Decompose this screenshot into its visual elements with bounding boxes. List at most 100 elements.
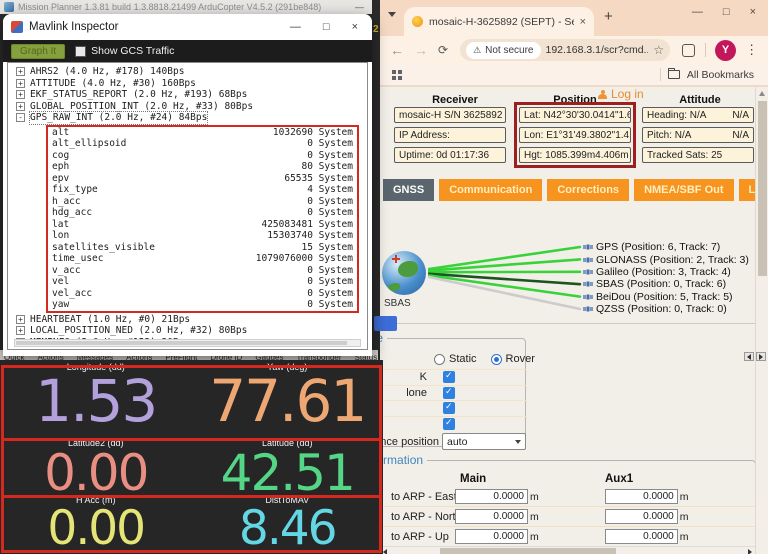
checkbox-checked-icon[interactable] bbox=[443, 387, 455, 399]
quick-cell[interactable]: Yaw (deg) 77.61 bbox=[192, 362, 384, 438]
gps-field-row[interactable]: time_usec 1079076000 System bbox=[52, 253, 353, 265]
aux1-offset-input[interactable]: 0.0000 bbox=[605, 529, 678, 544]
expand-icon[interactable]: + bbox=[16, 67, 25, 76]
satellite-row[interactable]: GLONASS (Position: 2, Track: 3) bbox=[583, 253, 749, 265]
expand-icon[interactable]: + bbox=[16, 315, 25, 324]
quick-cell[interactable]: Latitude2 (dd) 0.00 bbox=[0, 438, 192, 495]
antenna-row-label: to ARP - East bbox=[380, 491, 455, 503]
menu-icon[interactable]: ⋮ bbox=[745, 42, 758, 58]
page-tab[interactable]: GNSS bbox=[383, 179, 434, 201]
gps-field-row[interactable]: lon 15303740 System bbox=[52, 230, 353, 242]
expand-icon[interactable]: + bbox=[16, 326, 25, 335]
gps-field-row[interactable]: h_acc 0 System bbox=[52, 196, 353, 208]
reference-position-select[interactable]: auto bbox=[442, 433, 526, 450]
expand-icon[interactable]: - bbox=[16, 113, 25, 122]
reload-icon[interactable]: ⟳ bbox=[438, 43, 448, 57]
gps-field-row[interactable]: alt 1032690 System bbox=[52, 127, 353, 139]
aux1-offset-input[interactable]: 0.0000 bbox=[605, 509, 678, 524]
graph-it-button[interactable]: Graph It bbox=[11, 44, 65, 59]
checkbox-checked-icon[interactable] bbox=[443, 371, 455, 383]
tree-message-row[interactable]: + HEARTBEAT (1.0 Hz, #0) 21Bps bbox=[16, 314, 367, 326]
satellite-row[interactable]: BeiDou (Position: 5, Track: 5) bbox=[583, 291, 749, 303]
tree-scroll-thumb[interactable] bbox=[16, 341, 347, 345]
not-secure-chip[interactable]: ⚠ Not secure bbox=[466, 42, 540, 59]
expand-icon[interactable]: + bbox=[16, 79, 25, 88]
horizontal-scrollbar[interactable] bbox=[380, 546, 755, 554]
gps-field-row[interactable]: epv 65535 System bbox=[52, 173, 353, 185]
address-bar[interactable]: ⚠ Not secure 192.168.3.1/scr?cmd... ☆ bbox=[460, 39, 670, 61]
gcs-traffic-checkbox[interactable]: Show GCS Traffic bbox=[75, 45, 174, 57]
main-offset-input[interactable]: 0.0000 bbox=[455, 509, 528, 524]
minimize-icon[interactable]: — bbox=[692, 6, 703, 18]
gps-field-row[interactable]: cog 0 System bbox=[52, 150, 353, 162]
tab-scroll-right-button[interactable] bbox=[756, 352, 766, 361]
minimize-icon[interactable]: — bbox=[355, 2, 364, 12]
back-icon[interactable]: ← bbox=[390, 42, 404, 58]
tree-horizontal-scrollbar[interactable] bbox=[14, 339, 361, 347]
tree-message-row[interactable]: + ATTITUDE (4.0 Hz, #30) 160Bps bbox=[16, 78, 367, 90]
forward-icon[interactable]: → bbox=[414, 42, 428, 58]
apps-grid-icon[interactable] bbox=[392, 70, 396, 74]
main-offset-input[interactable]: 0.0000 bbox=[455, 489, 528, 504]
tab-search-chevron-icon[interactable] bbox=[388, 12, 396, 17]
satellite-row[interactable]: QZSS (Position: 0, Track: 0) bbox=[583, 303, 749, 315]
page-tab[interactable]: Corrections bbox=[547, 179, 629, 201]
mode-radio[interactable]: Static bbox=[434, 353, 477, 365]
quick-cell[interactable]: H Acc (m) 0.00 bbox=[0, 495, 192, 554]
quick-cell[interactable]: Longitude (dd) 1.53 bbox=[0, 362, 192, 438]
browser-tab[interactable]: mosaic-H-3625892 (SEPT) - Se × bbox=[404, 7, 594, 36]
tree-message-row[interactable]: + EKF_STATUS_REPORT (2.0 Hz, #193) 68Bps bbox=[16, 89, 367, 101]
gps-field-row[interactable]: fix_type 4 System bbox=[52, 184, 353, 196]
maximize-icon[interactable]: □ bbox=[323, 21, 330, 33]
tree-message-row[interactable]: + GLOBAL_POSITION_INT (2.0 Hz, #33) 80Bp… bbox=[16, 101, 367, 113]
satellite-row[interactable]: GPS (Position: 6, Track: 7) bbox=[583, 241, 749, 253]
page-tab[interactable]: Communication bbox=[439, 179, 542, 201]
inspector-titlebar[interactable]: Mavlink Inspector — □ × bbox=[3, 14, 372, 40]
close-icon[interactable]: × bbox=[750, 6, 756, 18]
extensions-icon[interactable] bbox=[682, 44, 695, 57]
minimize-icon[interactable]: — bbox=[290, 21, 301, 33]
profile-avatar[interactable]: Y bbox=[715, 40, 736, 61]
quick-cell[interactable]: DistToMAV 8.46 bbox=[192, 495, 384, 554]
gps-field-row[interactable]: yaw 0 System bbox=[52, 299, 353, 311]
all-bookmarks-button[interactable]: All Bookmarks bbox=[660, 68, 768, 81]
gps-field-row[interactable]: eph 80 System bbox=[52, 161, 353, 173]
scroll-right-icon[interactable] bbox=[748, 549, 752, 554]
scroll-left-icon[interactable] bbox=[383, 549, 387, 554]
gps-field-row[interactable]: v_acc 0 System bbox=[52, 265, 353, 277]
vertical-scroll-thumb[interactable] bbox=[758, 101, 767, 276]
aux1-offset-input[interactable]: 0.0000 bbox=[605, 489, 678, 504]
checkbox-checked-icon[interactable] bbox=[443, 418, 455, 430]
scroll-up-icon[interactable] bbox=[759, 91, 765, 96]
info-cell-left: Lat: N42°30'30.0414" bbox=[524, 110, 619, 121]
expand-icon[interactable]: + bbox=[16, 90, 25, 99]
vertical-scrollbar[interactable] bbox=[755, 87, 768, 554]
gps-field-row[interactable]: vel_acc 0 System bbox=[52, 288, 353, 300]
tree-message-row[interactable]: + LOCAL_POSITION_NED (2.0 Hz, #32) 80Bps bbox=[16, 325, 367, 337]
mode-radio[interactable]: Rover bbox=[491, 353, 535, 365]
tree-message-row[interactable]: + AHRS2 (4.0 Hz, #178) 140Bps bbox=[16, 66, 367, 78]
checkbox-checked-icon[interactable] bbox=[443, 402, 455, 414]
antenna-row: to ARP - East 0.0000 m 0.0000 m bbox=[380, 487, 755, 507]
maximize-icon[interactable]: □ bbox=[723, 6, 730, 18]
tab-scroll-left-button[interactable] bbox=[744, 352, 754, 361]
quick-cell[interactable]: Latitude (dd) 42.51 bbox=[192, 438, 384, 495]
gps-field-row[interactable]: vel 0 System bbox=[52, 276, 353, 288]
bookmark-star-icon[interactable]: ☆ bbox=[653, 43, 664, 57]
new-tab-icon[interactable]: + bbox=[604, 8, 613, 25]
tree-message-row[interactable]: - GPS_RAW_INT (2.0 Hz, #24) 84Bps bbox=[16, 112, 367, 124]
expand-icon[interactable]: + bbox=[16, 102, 25, 111]
satellite-row[interactable]: Galileo (Position: 3, Track: 4) bbox=[583, 266, 749, 278]
satellite-row[interactable]: SBAS (Position: 0, Track: 6) bbox=[583, 278, 749, 290]
horizontal-scroll-thumb[interactable] bbox=[440, 548, 616, 554]
mavlink-message-tree[interactable]: + AHRS2 (4.0 Hz, #178) 140Bps + ATTITUDE… bbox=[7, 62, 368, 350]
gps-field-row[interactable]: lat 425083481 System bbox=[52, 219, 353, 231]
main-offset-input[interactable]: 0.0000 bbox=[455, 529, 528, 544]
page-tab[interactable]: NMEA/SBF Out bbox=[634, 179, 733, 201]
info-cell-right: N/A bbox=[732, 110, 749, 121]
gps-field-row[interactable]: hdg_acc 0 System bbox=[52, 207, 353, 219]
tab-close-icon[interactable]: × bbox=[580, 16, 586, 28]
gps-field-row[interactable]: alt_ellipsoid 0 System bbox=[52, 138, 353, 150]
gps-field-row[interactable]: satellites_visible 15 System bbox=[52, 242, 353, 254]
close-icon[interactable]: × bbox=[352, 21, 358, 33]
